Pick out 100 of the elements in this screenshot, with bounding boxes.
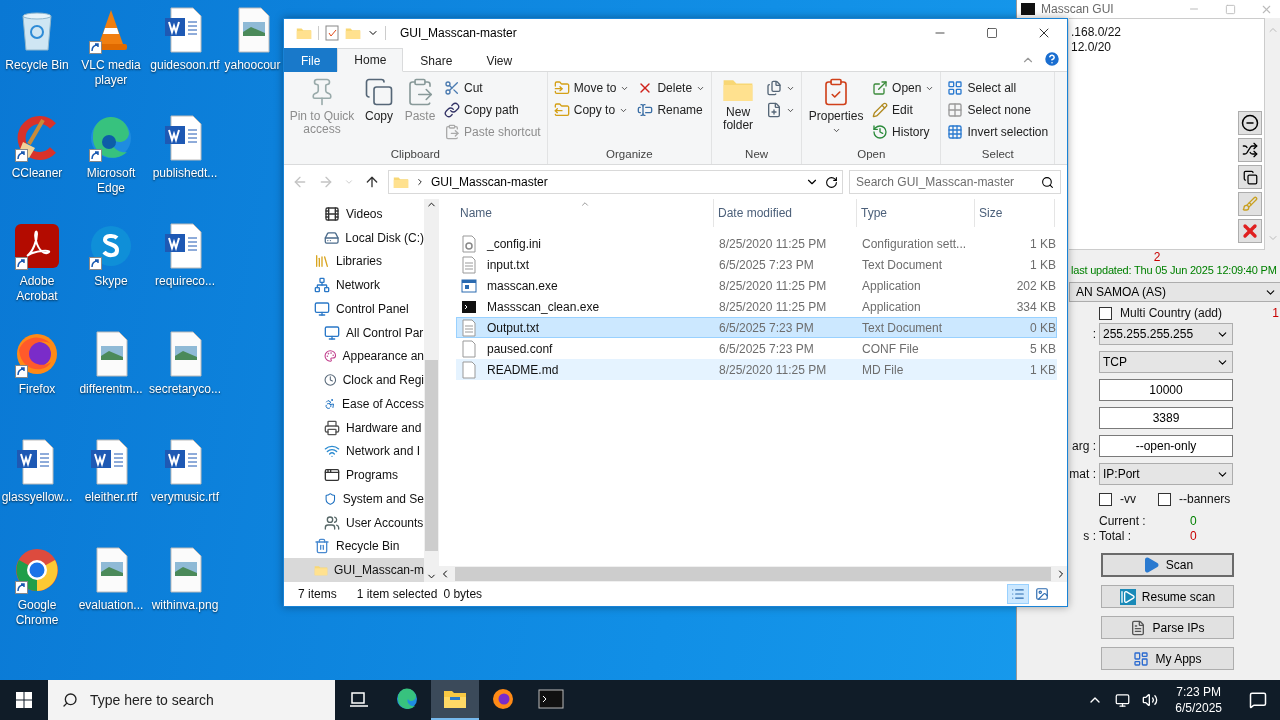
input-field[interactable]: 3389 bbox=[1099, 407, 1233, 429]
column-header[interactable]: Size bbox=[975, 199, 1055, 227]
desktop-shortcut[interactable]: publishedt... bbox=[148, 114, 222, 222]
ribbon-button[interactable]: Invert selection bbox=[944, 121, 1052, 143]
nav-item[interactable]: User Accounts bbox=[284, 510, 424, 535]
search-field[interactable]: Search GUI_Masscan-master bbox=[849, 170, 1061, 194]
nav-item[interactable]: Local Disk (C:) bbox=[284, 225, 424, 250]
checkbox[interactable] bbox=[1099, 306, 1112, 320]
folder-icon bbox=[393, 175, 409, 189]
desktop-shortcut[interactable]: evaluation... bbox=[74, 546, 148, 654]
ribbon-button[interactable]: Select none bbox=[944, 99, 1052, 121]
ribbon-button[interactable]: Rename bbox=[634, 99, 709, 121]
ribbon-button[interactable]: Move to bbox=[550, 77, 633, 99]
ip-range-list[interactable]: .168.0/22 12.0/20 bbox=[1069, 18, 1265, 250]
nav-item[interactable]: Clock and Regi bbox=[284, 368, 424, 392]
remove-button[interactable] bbox=[1238, 111, 1262, 135]
desktop-shortcut[interactable]: secretaryco... bbox=[148, 330, 222, 438]
nav-item[interactable]: Recycle Bin bbox=[284, 534, 424, 559]
desktop-shortcut[interactable]: differentm... bbox=[74, 330, 148, 438]
nav-item[interactable]: Libraries bbox=[284, 249, 424, 274]
ribbon-button[interactable]: History bbox=[869, 121, 938, 143]
desktop-shortcut[interactable]: withinva.png bbox=[148, 546, 222, 654]
nav-item[interactable]: Appearance an bbox=[284, 344, 424, 369]
file-row[interactable]: masscan.exe 8/25/2020 11:25 PM Application 202 KB bbox=[456, 275, 1057, 296]
action-button[interactable]: Parse IPs bbox=[1101, 616, 1234, 639]
action-button[interactable]: Scan bbox=[1101, 553, 1234, 577]
input-field[interactable]: --open-only bbox=[1099, 435, 1233, 457]
taskbar-search[interactable]: Type here to search bbox=[48, 680, 335, 720]
ribbon-button[interactable]: Cut bbox=[441, 77, 544, 99]
close-icon bbox=[1240, 221, 1260, 241]
ribbon-button[interactable]: Select all bbox=[944, 77, 1052, 99]
ribbon-button[interactable]: Delete bbox=[634, 77, 709, 99]
column-header[interactable]: Type bbox=[857, 199, 975, 227]
desktop-shortcut[interactable]: requireco... bbox=[148, 222, 222, 330]
shuffle-button[interactable] bbox=[1238, 138, 1262, 162]
ribbon-icon bbox=[872, 102, 889, 118]
view-button[interactable] bbox=[1007, 584, 1029, 604]
scrollbar-thumb[interactable] bbox=[455, 567, 1051, 581]
file-row[interactable]: README.md 8/25/2020 11:25 PM MD File 1 KB bbox=[456, 359, 1057, 380]
file-row[interactable]: paused.conf 6/5/2025 7:23 PM CONF File 5 KB bbox=[456, 338, 1057, 359]
checkbox[interactable] bbox=[1158, 492, 1171, 506]
column-header[interactable]: Name bbox=[456, 199, 714, 227]
desktop-shortcut[interactable]: verymusic.rtf bbox=[148, 438, 222, 546]
country-dropdown[interactable]: AN SAMOA (AS) bbox=[1069, 282, 1280, 302]
dropdown[interactable]: TCP bbox=[1099, 351, 1233, 373]
desktop-shortcut[interactable]: eleither.rtf bbox=[74, 438, 148, 546]
nav-item[interactable]: All Control Par bbox=[284, 320, 424, 345]
taskbar-app[interactable] bbox=[431, 680, 479, 720]
nav-item[interactable]: Hardware and bbox=[284, 415, 424, 440]
action-button[interactable]: My Apps bbox=[1101, 647, 1234, 670]
ribbon-tab[interactable]: File bbox=[284, 48, 338, 72]
input-field[interactable]: 10000 bbox=[1099, 379, 1233, 401]
delete-button[interactable] bbox=[1238, 219, 1262, 243]
desktop-shortcut[interactable]: yahoocour bbox=[222, 6, 283, 114]
desktop-shortcut[interactable]: Skype bbox=[74, 222, 148, 330]
desktop-shortcut[interactable]: guidesoon.rtf bbox=[148, 6, 222, 114]
nav-item[interactable]: Control Panel bbox=[284, 297, 424, 321]
ribbon-button[interactable]: Copy bbox=[359, 75, 399, 148]
desktop-shortcut[interactable]: Google Chrome bbox=[0, 546, 74, 654]
desktop-shortcut[interactable]: Recycle Bin bbox=[0, 6, 74, 114]
action-button[interactable]: Resume scan bbox=[1101, 585, 1234, 608]
file-row[interactable]: Massscan_clean.exe 8/25/2020 11:25 PM Application 334 KB bbox=[456, 296, 1057, 317]
clock[interactable]: 7:23 PM 6/5/2025 bbox=[1167, 684, 1230, 716]
dropdown[interactable]: 255.255.255.255 bbox=[1099, 323, 1233, 345]
copy-button[interactable] bbox=[1238, 165, 1262, 189]
ribbon-tab[interactable]: Share bbox=[403, 48, 470, 72]
address-bar[interactable]: GUI_Masscan-master bbox=[388, 170, 843, 194]
nav-item[interactable]: Programs bbox=[284, 463, 424, 487]
ribbon-button[interactable]: Copy path bbox=[441, 99, 544, 121]
ribbon-button[interactable]: New folder bbox=[715, 75, 762, 148]
scrollbar-thumb[interactable] bbox=[425, 360, 438, 551]
column-header[interactable]: Date modified bbox=[714, 199, 857, 227]
desktop-shortcut[interactable]: Adobe Acrobat bbox=[0, 222, 74, 330]
windows-logo-icon bbox=[16, 692, 32, 708]
desktop-shortcut[interactable]: CCleaner bbox=[0, 114, 74, 222]
desktop-shortcut[interactable]: glassyellow... bbox=[0, 438, 74, 546]
nav-item[interactable]: Network bbox=[284, 273, 424, 297]
nav-item[interactable]: Ease of Access bbox=[284, 392, 424, 416]
caret-icon bbox=[344, 177, 354, 187]
nav-item[interactable]: GUI_Masscan-m bbox=[284, 558, 424, 582]
folder-icon bbox=[722, 77, 755, 103]
nav-item[interactable]: System and Se bbox=[284, 487, 424, 511]
file-row[interactable]: _config.ini 8/25/2020 11:25 PM Configuration sett... 1 KB bbox=[456, 233, 1057, 254]
help-icon[interactable] bbox=[1043, 50, 1061, 68]
ribbon-button[interactable]: Edit bbox=[869, 99, 938, 121]
ribbon-tab[interactable]: Home bbox=[337, 48, 404, 72]
nav-item[interactable]: Videos bbox=[284, 202, 424, 226]
desktop-shortcut[interactable]: Microsoft Edge bbox=[74, 114, 148, 222]
ribbon-button[interactable]: Properties bbox=[805, 75, 868, 148]
ribbon-tab[interactable]: View bbox=[469, 48, 530, 72]
ribbon-button[interactable]: Copy to bbox=[550, 99, 633, 121]
desktop-shortcut[interactable]: Firefox bbox=[0, 330, 74, 438]
nav-item[interactable]: Network and I bbox=[284, 439, 424, 464]
file-row[interactable]: Output.txt 6/5/2025 7:23 PM Text Document 0 KB bbox=[456, 317, 1057, 338]
desktop-shortcut[interactable]: VLC media player bbox=[74, 6, 148, 114]
dropdown[interactable]: IP:Port bbox=[1099, 463, 1233, 485]
checkbox[interactable] bbox=[1099, 492, 1112, 506]
properties-icon[interactable] bbox=[325, 25, 339, 41]
ribbon-button[interactable]: Open bbox=[869, 77, 938, 99]
file-row[interactable]: input.txt 6/5/2025 7:23 PM Text Document 1 KB bbox=[456, 254, 1057, 275]
